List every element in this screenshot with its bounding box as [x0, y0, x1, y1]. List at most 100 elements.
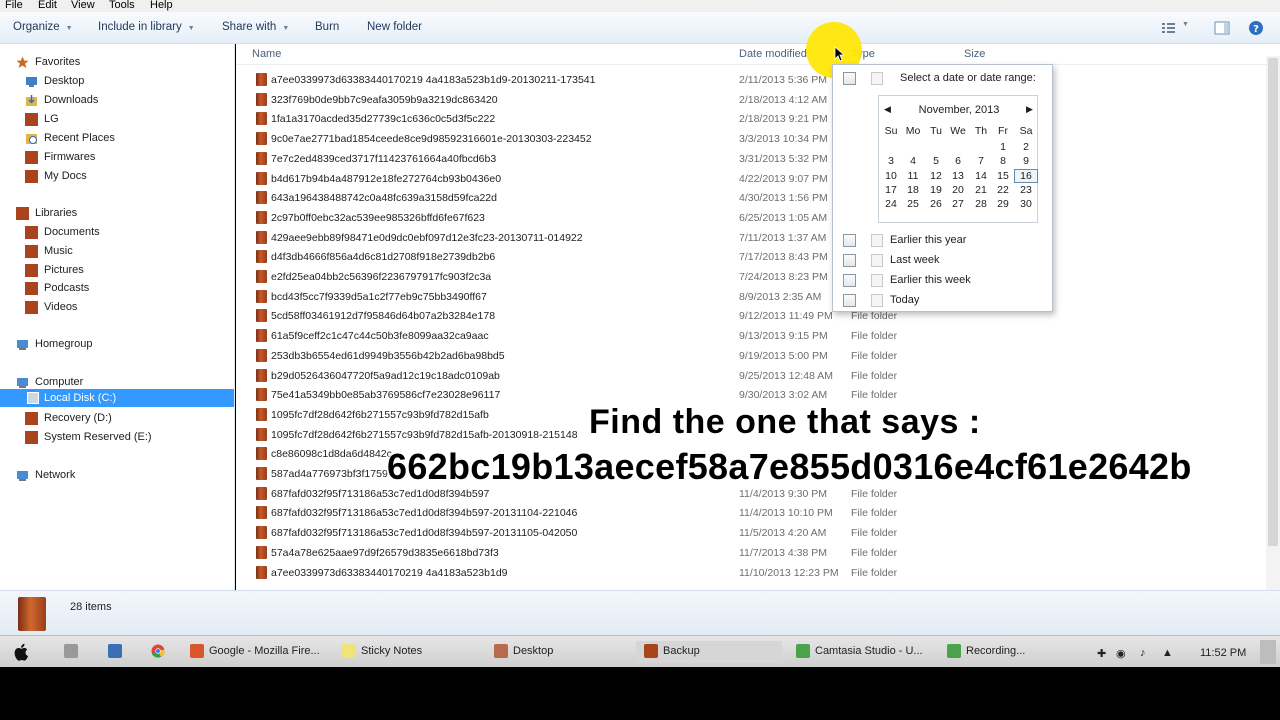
- next-month-icon[interactable]: ▶: [1026, 104, 1033, 115]
- calendar-day[interactable]: 19: [925, 184, 947, 196]
- organize-button[interactable]: Organize ▼: [13, 21, 73, 33]
- calendar-day[interactable]: 16: [1014, 168, 1038, 183]
- table-row[interactable]: b4d617b94b4a487912e18fe272764cb93b0436e0…: [236, 169, 1266, 189]
- table-row[interactable]: 2c97b0ff0ebc32ac539ee985326bffd6fe67f623…: [236, 208, 1266, 228]
- table-row[interactable]: e2fd25ea04bb2c56396f2236797917fc903f2c3a…: [236, 267, 1266, 287]
- column-name[interactable]: Name: [252, 48, 281, 60]
- vertical-scrollbar[interactable]: [1266, 56, 1280, 590]
- taskbar-sticky-notes[interactable]: Sticky Notes: [342, 641, 482, 663]
- table-row[interactable]: 57a4a78e625aae97d9f26579d3835e6618bd73f3…: [236, 543, 1266, 563]
- tray-volume-icon[interactable]: ♪: [1140, 647, 1146, 659]
- taskbar-chrome-button[interactable]: [151, 641, 167, 663]
- column-date-modified[interactable]: Date modified: [739, 48, 807, 60]
- new-folder-button[interactable]: New folder: [367, 21, 422, 33]
- tray-power-icon[interactable]: ◉: [1116, 647, 1126, 660]
- menu-file[interactable]: File: [5, 0, 23, 11]
- share-label: Share with: [222, 21, 277, 33]
- table-row[interactable]: 9c0e7ae2771bad1854ceede8ce9d98592316601e…: [236, 129, 1266, 149]
- calendar-day[interactable]: 10: [880, 170, 902, 182]
- taskbar-firefox[interactable]: Google - Mozilla Fire...: [190, 641, 330, 663]
- tray-expand-icon[interactable]: ✚: [1097, 647, 1106, 660]
- start-button[interactable]: [14, 641, 34, 663]
- calendar-day[interactable]: 24: [880, 198, 902, 210]
- table-row[interactable]: a7ee0339973d63383440170219 4a4183a523b1d…: [236, 563, 1266, 583]
- calendar-day[interactable]: 6: [947, 155, 969, 167]
- calendar-day[interactable]: 20: [947, 184, 969, 196]
- folder-icon: [256, 230, 267, 244]
- table-row[interactable]: 253db3b6554ed61d9949b3556b42b2ad6ba98bd5…: [236, 346, 1266, 366]
- column-size[interactable]: Size: [964, 48, 985, 60]
- calendar-day[interactable]: 4: [902, 155, 924, 167]
- taskbar-desktop[interactable]: Desktop: [494, 641, 634, 663]
- calendar-day[interactable]: 11: [902, 170, 924, 182]
- taskbar-explorer-button[interactable]: [64, 641, 80, 663]
- table-row[interactable]: 429aee9ebb89f98471e0d9dc0ebf097d12e3fc23…: [236, 228, 1266, 248]
- taskbar-recording[interactable]: Recording...: [947, 641, 1037, 663]
- table-row[interactable]: 687fafd032f95f713186a53c7ed1d0d8f394b597…: [236, 503, 1266, 523]
- calendar-day[interactable]: 26: [925, 198, 947, 210]
- calendar-day[interactable]: 23: [1015, 184, 1037, 196]
- table-row[interactable]: 7e7c2ed4839ced3717f11423761664a40fbcd6b3…: [236, 149, 1266, 169]
- table-row[interactable]: bcd43f5cc7f9339d5a1c2f77eb9c75bb3490ff67…: [236, 287, 1266, 307]
- calendar-day[interactable]: 18: [902, 184, 924, 196]
- calendar-day[interactable]: 2: [1015, 141, 1037, 153]
- checkbox[interactable]: [843, 254, 856, 267]
- table-row[interactable]: 687fafd032f95f713186a53c7ed1d0d8f394b597…: [236, 523, 1266, 543]
- table-row[interactable]: 643a196438488742c0a48fc639a3158d59fca22d…: [236, 188, 1266, 208]
- clock[interactable]: 11:52 PM: [1200, 647, 1246, 659]
- menu-edit[interactable]: Edit: [38, 0, 57, 11]
- table-row[interactable]: 323f769b0de9bb7c9eafa3059b9a3219dc863420…: [236, 90, 1266, 110]
- checkbox[interactable]: [843, 294, 856, 307]
- include-in-library-button[interactable]: Include in library ▼: [98, 21, 195, 33]
- taskbar-camtasia[interactable]: Camtasia Studio - U...: [796, 641, 936, 663]
- scroll-thumb[interactable]: [1268, 58, 1278, 546]
- tray-wifi-icon[interactable]: ▲: [1162, 647, 1173, 659]
- view-options-icon[interactable]: [1160, 20, 1178, 36]
- calendar-day[interactable]: 25: [902, 198, 924, 210]
- taskbar-backup[interactable]: Backup: [636, 641, 782, 663]
- calendar-month[interactable]: November, 2013: [879, 104, 1039, 116]
- calendar-day[interactable]: 15: [992, 170, 1014, 182]
- table-row[interactable]: 1fa1a3170acded35d27739c1c636c0c5d3f5c222…: [236, 109, 1266, 129]
- calendar-day[interactable]: 29: [992, 198, 1014, 210]
- calendar-day[interactable]: 14: [970, 170, 992, 182]
- nav-system-reserved-label: System Reserved (E:): [44, 431, 152, 443]
- checkbox[interactable]: [843, 234, 856, 247]
- calendar-day[interactable]: 8: [992, 155, 1014, 167]
- calendar-day[interactable]: 7: [970, 155, 992, 167]
- table-row[interactable]: a7ee0339973d63383440170219 4a4183a523b1d…: [236, 70, 1266, 90]
- menu-help[interactable]: Help: [150, 0, 173, 11]
- view-dropdown-icon[interactable]: ▼: [1182, 21, 1200, 37]
- menu-tools[interactable]: Tools: [109, 0, 135, 11]
- burn-button[interactable]: Burn: [315, 21, 339, 33]
- calendar-day[interactable]: 21: [970, 184, 992, 196]
- share-with-button[interactable]: Share with ▼: [222, 21, 289, 33]
- calendar-day[interactable]: 3: [880, 155, 902, 167]
- calendar-day[interactable]: 28: [970, 198, 992, 210]
- calendar-day[interactable]: 17: [880, 184, 902, 196]
- menu-view[interactable]: View: [71, 0, 95, 11]
- calendar-day[interactable]: 30: [1015, 198, 1037, 210]
- calendar-page-icon: [871, 254, 883, 267]
- sticky-notes-icon: [342, 644, 356, 658]
- table-row[interactable]: d4f3db4666f856a4d6c81d2708f918e2739db2b6…: [236, 247, 1266, 267]
- table-row[interactable]: 5cd58ff03461912d7f95846d64b07a2b3284e178…: [236, 306, 1266, 326]
- preview-pane-icon[interactable]: [1213, 20, 1231, 36]
- calendar-day[interactable]: 9: [1015, 155, 1037, 167]
- nav-local-disk[interactable]: Local Disk (C:): [0, 389, 234, 407]
- help-icon[interactable]: ?: [1247, 20, 1265, 36]
- checkbox[interactable]: [843, 72, 856, 85]
- taskbar-screen-button[interactable]: [108, 641, 124, 663]
- calendar-day[interactable]: 22: [992, 184, 1014, 196]
- calendar-day[interactable]: 27: [947, 198, 969, 210]
- calendar-day[interactable]: 12: [925, 170, 947, 182]
- table-row[interactable]: 61a5f9ceff2c1c47c44c50b3fe8099aa32ca9aac…: [236, 326, 1266, 346]
- checkbox[interactable]: [843, 274, 856, 287]
- show-desktop-button[interactable]: [1260, 640, 1276, 664]
- file-date: 11/5/2013 4:20 AM: [739, 527, 827, 540]
- file-name: b4d617b94b4a487912e18fe272764cb93b0436e0: [271, 172, 502, 185]
- calendar-day[interactable]: 1: [992, 141, 1014, 153]
- table-row[interactable]: b29d0526436047720f5a9ad12c19c18adc0109ab…: [236, 366, 1266, 386]
- calendar-day[interactable]: 5: [925, 155, 947, 167]
- calendar-day[interactable]: 13: [947, 170, 969, 182]
